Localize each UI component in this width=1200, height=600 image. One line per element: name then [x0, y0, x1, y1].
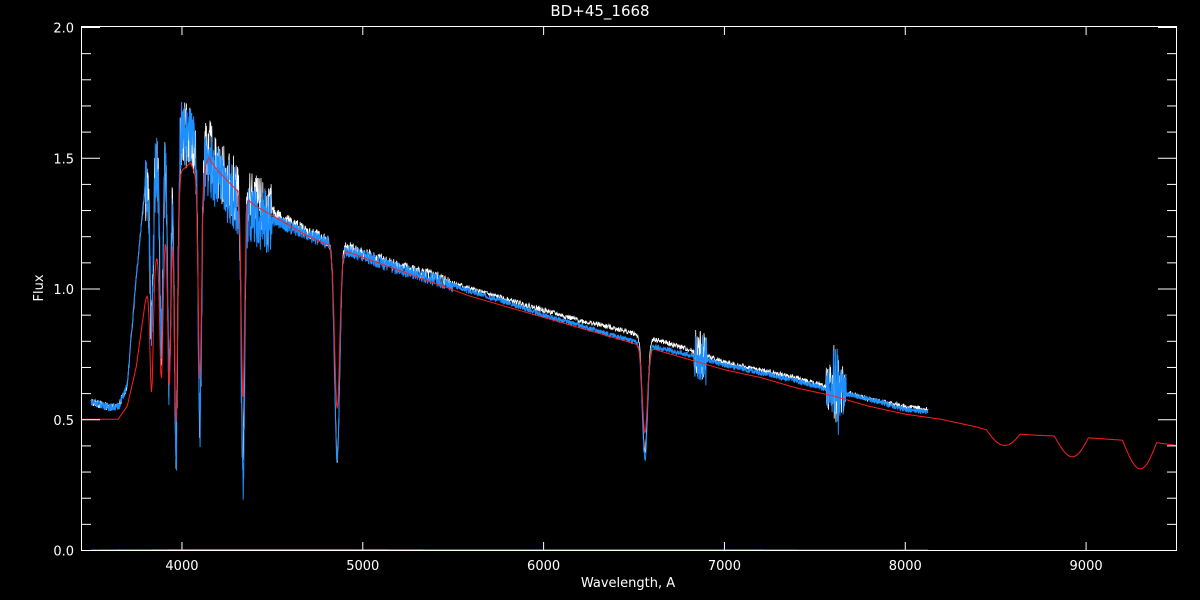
x-tick-label: 9000: [1070, 559, 1103, 574]
y-axis-label: Flux: [32, 274, 47, 301]
series-line-4: [91, 549, 929, 551]
axis-layer: 4000 5000 6000 7000 8000 9000 0.0 0.5 1.0 1.5 2.0: [53, 22, 1176, 574]
chart-title: BD+45_1668: [550, 2, 649, 21]
y-tick-label: 2.0: [53, 22, 74, 37]
x-tick-label: 7000: [708, 559, 741, 574]
y-tick-label: 1.5: [53, 152, 74, 167]
y-tick-label: 0.5: [53, 414, 74, 429]
x-tick-label: 4000: [165, 559, 198, 574]
y-tick-label: 0.0: [53, 545, 74, 560]
x-tick-label: 6000: [527, 559, 560, 574]
y-tick-label: 1.0: [53, 283, 74, 298]
x-axis-label: Wavelength, A: [581, 576, 675, 591]
series-layer: [82, 101, 1176, 551]
x-tick-label: 8000: [889, 559, 922, 574]
spectrum-chart: BD+45_1668 4000 5000 6000 7000 8000 9000 0.0 0.…: [32, 2, 1177, 591]
x-tick-label: 5000: [346, 559, 379, 574]
